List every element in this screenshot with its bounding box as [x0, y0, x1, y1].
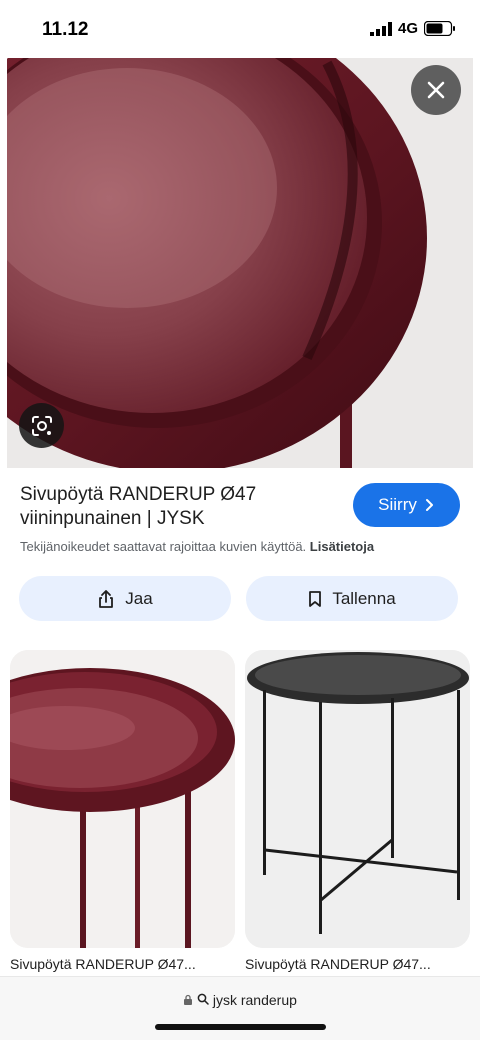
close-button[interactable] [411, 65, 461, 115]
status-time: 11.12 [42, 19, 89, 40]
hero-image[interactable] [7, 58, 473, 468]
signal-icon [369, 21, 392, 36]
lens-search-button[interactable] [19, 403, 64, 448]
share-button[interactable]: Jaa [19, 576, 231, 621]
save-label: Tallenna [332, 588, 396, 608]
search-icon [197, 993, 209, 1005]
result-title-line1: Sivupöytä RANDERUP Ø47 [20, 484, 257, 505]
related-result-2-title[interactable]: Sivupöytä RANDERUP Ø47... [245, 956, 431, 972]
browser-address-bar[interactable]: jysk randerup [0, 976, 480, 1040]
home-indicator [155, 1024, 326, 1030]
learn-more-link[interactable]: Lisätietoja [310, 539, 374, 554]
visit-button-label: Siirry [378, 495, 417, 514]
related-result-1[interactable] [10, 650, 235, 948]
lens-icon [31, 415, 52, 436]
share-icon [99, 589, 114, 608]
result-title[interactable]: Sivupöytä RANDERUP Ø47 viininpunainen | … [20, 483, 320, 531]
result-title-line2: viininpunainen | JYSK [20, 508, 205, 529]
copyright-text: Tekijänoikeudet saattavat rajoittaa kuvi… [20, 539, 307, 554]
lock-icon [184, 994, 193, 1005]
bookmark-icon [309, 590, 322, 607]
url-display[interactable]: jysk randerup [0, 992, 480, 1008]
battery-icon [424, 21, 455, 36]
copyright-notice: Tekijänoikeudet saattavat rajoittaa kuvi… [20, 539, 374, 554]
close-icon [427, 81, 445, 99]
save-button[interactable]: Tallenna [246, 576, 458, 621]
related-result-1-title[interactable]: Sivupöytä RANDERUP Ø47... [10, 956, 196, 972]
related-result-2[interactable] [245, 650, 470, 948]
visit-button[interactable]: Siirry [353, 483, 460, 527]
share-label: Jaa [125, 588, 153, 608]
status-bar: 11.12 4G [0, 0, 480, 58]
status-icons: 4G [369, 20, 456, 37]
network-label: 4G [397, 20, 418, 37]
url-text: jysk randerup [212, 992, 297, 1008]
chevron-right-icon [425, 499, 433, 511]
